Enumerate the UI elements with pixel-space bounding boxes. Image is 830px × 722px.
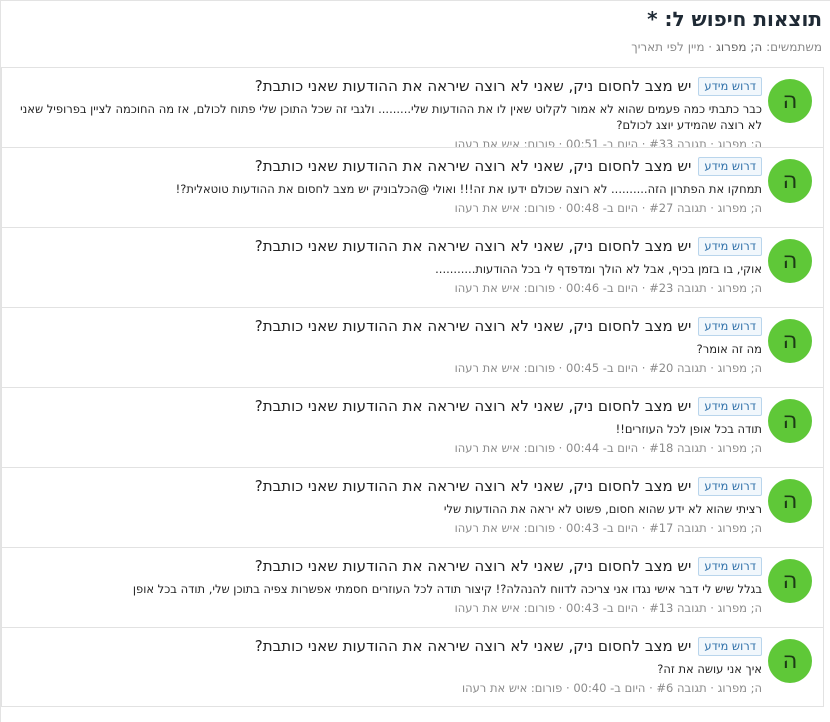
result-meta: ה; מפרוג · תגובה #18 · היום ב- 00:44 · פ… bbox=[454, 441, 762, 455]
result-title-link[interactable]: יש מצב לחסום ניק, שאני לא רוצה שיראה את … bbox=[255, 317, 692, 335]
result-meta: ה; מפרוג · תגובה #20 · היום ב- 00:45 · פ… bbox=[454, 361, 762, 375]
result-title-link[interactable]: יש מצב לחסום ניק, שאני לא רוצה שיראה את … bbox=[255, 477, 692, 495]
result-title-link[interactable]: יש מצב לחסום ניק, שאני לא רוצה שיראה את … bbox=[255, 157, 692, 175]
avatar[interactable]: ה bbox=[768, 639, 812, 683]
result-meta: ה; מפרוג · תגובה #23 · היום ב- 00:46 · פ… bbox=[454, 281, 762, 295]
result-meta: ה; מפרוג · תגובה #6 · היום ב- 00:40 · פו… bbox=[461, 681, 762, 695]
result-title-link[interactable]: יש מצב לחסום ניק, שאני לא רוצה שיראה את … bbox=[255, 237, 692, 255]
result-body: דרוש מידע יש מצב לחסום ניק, שאני לא רוצה … bbox=[8, 635, 762, 695]
result-body: דרוש מידע יש מצב לחסום ניק, שאני לא רוצה … bbox=[8, 475, 762, 535]
avatar[interactable]: ה bbox=[768, 559, 812, 603]
prefix-tag[interactable]: דרוש מידע bbox=[698, 636, 762, 656]
avatar[interactable]: ה bbox=[768, 319, 812, 363]
result-snippet: כבר כתבתי כמה פעמים שהוא לא אמור לקלוט ש… bbox=[20, 102, 762, 132]
prefix-tag[interactable]: דרוש מידע bbox=[698, 396, 762, 416]
search-results-page: תוצאות חיפוש ל: * משתמשים: ה; מפרוג · מי… bbox=[0, 0, 830, 722]
prefix-tag[interactable]: דרוש מידע bbox=[698, 76, 762, 96]
result-title-line: דרוש מידע יש מצב לחסום ניק, שאני לא רוצה … bbox=[8, 635, 762, 657]
result-body: דרוש מידע יש מצב לחסום ניק, שאני לא רוצה … bbox=[8, 555, 762, 615]
result-title-link[interactable]: יש מצב לחסום ניק, שאני לא רוצה שיראה את … bbox=[255, 397, 692, 415]
search-result-item[interactable]: ה דרוש מידע יש מצב לחסום ניק, שאני לא רוצה… bbox=[1, 227, 824, 307]
result-title-line: דרוש מידע יש מצב לחסום ניק, שאני לא רוצה … bbox=[8, 475, 762, 497]
search-result-item[interactable]: ה דרוש מידע יש מצב לחסום ניק, שאני לא רוצה… bbox=[1, 307, 824, 387]
result-title-link[interactable]: יש מצב לחסום ניק, שאני לא רוצה שיראה את … bbox=[255, 557, 692, 575]
result-snippet: איך אני עושה את זה? bbox=[657, 662, 762, 676]
prefix-tag[interactable]: דרוש מידע bbox=[698, 556, 762, 576]
result-snippet: בגלל שיש לי דבר אישי נגדו אני צריכה לדוו… bbox=[132, 582, 762, 596]
result-snippet: תמחקו את הפתרון הזה.......... לא רוצה שכ… bbox=[175, 182, 762, 196]
avatar[interactable]: ה bbox=[768, 79, 812, 123]
search-result-item[interactable]: ה דרוש מידע יש מצב לחסום ניק, שאני לא רוצה… bbox=[1, 387, 824, 467]
result-body: דרוש מידע יש מצב לחסום ניק, שאני לא רוצה … bbox=[8, 155, 762, 215]
result-body: דרוש מידע יש מצב לחסום ניק, שאני לא רוצה … bbox=[8, 315, 762, 375]
result-body: דרוש מידע יש מצב לחסום ניק, שאני לא רוצה … bbox=[8, 235, 762, 295]
result-title-line: דרוש מידע יש מצב לחסום ניק, שאני לא רוצה … bbox=[8, 395, 762, 417]
search-result-item[interactable]: ה דרוש מידע יש מצב לחסום ניק, שאני לא רוצה… bbox=[1, 147, 824, 227]
result-meta: ה; מפרוג · תגובה #13 · היום ב- 00:43 · פ… bbox=[454, 601, 762, 615]
search-result-item[interactable]: ה דרוש מידע יש מצב לחסום ניק, שאני לא רוצה… bbox=[1, 627, 824, 707]
search-result-item[interactable]: ה דרוש מידע יש מצב לחסום ניק, שאני לא רוצה… bbox=[1, 467, 824, 547]
sort-by-date-link[interactable]: · מיין לפי תאריך bbox=[631, 40, 712, 54]
result-body: דרוש מידע יש מצב לחסום ניק, שאני לא רוצה … bbox=[8, 75, 762, 151]
avatar[interactable]: ה bbox=[768, 239, 812, 283]
result-meta: ה; מפרוג · תגובה #17 · היום ב- 00:43 · פ… bbox=[454, 521, 762, 535]
prefix-tag[interactable]: דרוש מידע bbox=[698, 316, 762, 336]
search-meta-prefix: משתמשים: bbox=[766, 40, 822, 54]
result-title-link[interactable]: יש מצב לחסום ניק, שאני לא רוצה שיראה את … bbox=[255, 637, 692, 655]
result-meta: ה; מפרוג · תגובה #27 · היום ב- 00:48 · פ… bbox=[454, 201, 762, 215]
result-title-line: דרוש מידע יש מצב לחסום ניק, שאני לא רוצה … bbox=[8, 75, 762, 97]
result-snippet: מה זה אומר? bbox=[696, 342, 762, 356]
avatar[interactable]: ה bbox=[768, 159, 812, 203]
avatar[interactable]: ה bbox=[768, 479, 812, 523]
search-meta: משתמשים: ה; מפרוג · מיין לפי תאריך bbox=[631, 40, 822, 54]
result-title-line: דרוש מידע יש מצב לחסום ניק, שאני לא רוצה … bbox=[8, 555, 762, 577]
page-title: תוצאות חיפוש ל: * bbox=[647, 7, 822, 31]
prefix-tag[interactable]: דרוש מידע bbox=[698, 236, 762, 256]
result-title-line: דרוש מידע יש מצב לחסום ניק, שאני לא רוצה … bbox=[8, 155, 762, 177]
result-title-line: דרוש מידע יש מצב לחסום ניק, שאני לא רוצה … bbox=[8, 235, 762, 257]
search-result-item[interactable]: ה דרוש מידע יש מצב לחסום ניק, שאני לא רוצה… bbox=[1, 67, 824, 151]
result-body: דרוש מידע יש מצב לחסום ניק, שאני לא רוצה … bbox=[8, 395, 762, 455]
prefix-tag[interactable]: דרוש מידע bbox=[698, 156, 762, 176]
result-title-link[interactable]: יש מצב לחסום ניק, שאני לא רוצה שיראה את … bbox=[255, 77, 692, 95]
result-snippet: תודה בכל אופן לכל העוזרים!! bbox=[615, 422, 762, 436]
search-meta-user-link[interactable]: ה; מפרוג bbox=[716, 40, 762, 54]
result-snippet: אוקי, בו בזמן בכיף, אבל לא הולך ומדפדף ל… bbox=[435, 262, 762, 276]
search-result-item[interactable]: ה דרוש מידע יש מצב לחסום ניק, שאני לא רוצה… bbox=[1, 547, 824, 627]
result-title-line: דרוש מידע יש מצב לחסום ניק, שאני לא רוצה … bbox=[8, 315, 762, 337]
result-snippet: רציתי שהוא לא ידע שהוא חסום, פשוט לא ירא… bbox=[443, 502, 762, 516]
avatar[interactable]: ה bbox=[768, 399, 812, 443]
prefix-tag[interactable]: דרוש מידע bbox=[698, 476, 762, 496]
results-list: ה דרוש מידע יש מצב לחסום ניק, שאני לא רוצה… bbox=[1, 67, 824, 707]
